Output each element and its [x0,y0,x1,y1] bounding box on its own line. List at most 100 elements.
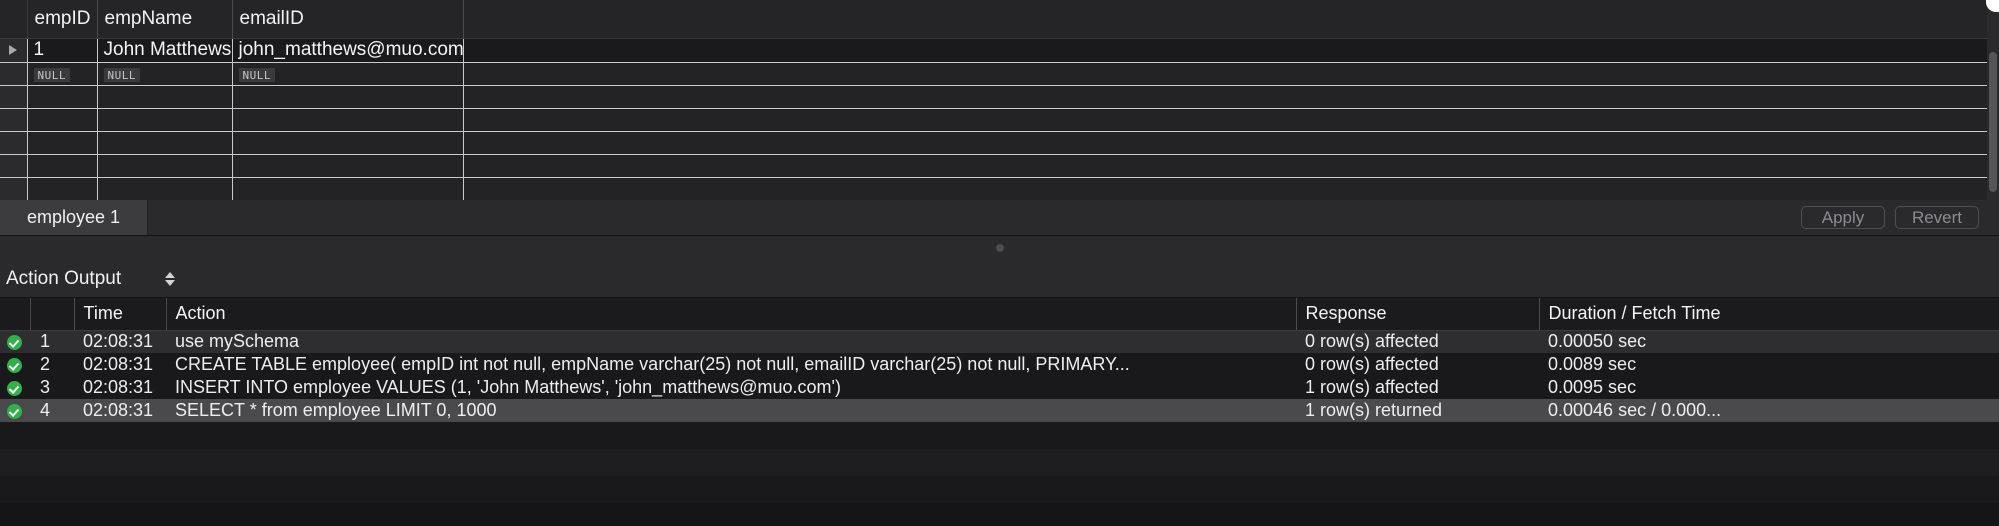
cell-empty[interactable] [27,131,98,155]
cell-empty[interactable] [97,131,233,155]
action-output-row-selected[interactable]: 4 02:08:31 SELECT * from employee LIMIT … [0,399,1999,422]
action-output-empty-row [0,476,1999,503]
action-response: 1 row(s) returned [1296,399,1539,422]
action-duration: 0.0089 sec [1539,353,1999,376]
action-output-header-response[interactable]: Response [1295,298,1539,331]
tab-employee-1[interactable]: employee 1 [0,200,148,235]
row-handle-cell[interactable] [0,108,28,132]
cell-filler [463,38,1987,63]
table-row-empty[interactable] [0,131,1987,155]
cell-emailid[interactable]: john_matthews@muo.com [232,38,464,63]
panel-splitter[interactable] [0,236,1999,260]
cell-empty[interactable] [232,85,464,109]
cell-empname-null[interactable]: NULL [97,62,233,86]
edit-action-buttons: Apply Revert [1801,200,1999,235]
row-handle-cell[interactable] [0,154,28,178]
action-time: 02:08:31 [74,399,166,422]
null-badge: NULL [238,67,275,82]
action-output-panel: Time Action Response Duration / Fetch Ti… [0,298,1999,526]
action-output-header-duration[interactable]: Duration / Fetch Time [1538,298,1999,331]
output-panel-header: Action Output [0,260,1999,298]
table-row[interactable]: 1 John Matthews john_matthews@muo.com [0,38,1987,63]
tab-label: employee 1 [26,207,121,227]
result-grid-body: 1 John Matthews john_matthews@muo.com NU… [0,38,1987,200]
row-handle-cell[interactable] [0,131,28,155]
cell-empty[interactable] [27,154,98,178]
action-index: 3 [30,376,74,399]
action-duration: 0.00050 sec [1539,330,1999,353]
action-response: 0 row(s) affected [1296,353,1539,376]
chevron-down-icon [165,279,176,286]
output-type-label: Action Output [6,267,122,289]
table-row-empty[interactable] [0,108,1987,132]
action-output-header-action[interactable]: Action [165,298,1296,331]
action-output-header-time[interactable]: Time [73,298,166,331]
action-output-table: Time Action Response Duration / Fetch Ti… [0,298,1999,422]
cell-empty[interactable] [232,108,464,132]
action-output-row[interactable]: 1 02:08:31 use mySchema 0 row(s) affecte… [0,330,1999,353]
cell-filler [463,85,1987,109]
cell-empty[interactable] [232,131,464,155]
cell-filler [463,108,1987,132]
cell-empty[interactable] [232,154,464,178]
result-editor-bar: employee 1 Apply Revert [0,200,1999,236]
success-check-icon [7,335,22,350]
table-row-empty[interactable] [0,154,1987,178]
chevron-up-icon [165,271,176,278]
action-index: 4 [30,399,74,422]
action-output-body: 1 02:08:31 use mySchema 0 row(s) affecte… [0,330,1999,422]
cell-empty[interactable] [27,85,98,109]
null-badge: NULL [33,67,70,82]
action-output-row[interactable]: 3 02:08:31 INSERT INTO employee VALUES (… [0,376,1999,399]
result-grid-header-handle[interactable] [0,0,28,39]
cell-emailid-null[interactable]: NULL [232,62,464,86]
cell-empty[interactable] [27,108,98,132]
success-check-icon [7,357,22,373]
result-grid-header-empname[interactable]: empName [97,0,233,39]
action-time: 02:08:31 [74,353,166,376]
success-check-icon [7,380,22,396]
status-badge [0,330,30,353]
cell-empty[interactable] [27,177,98,200]
action-statement: INSERT INTO employee VALUES (1, 'John Ma… [166,376,1296,399]
action-output-row[interactable]: 2 02:08:31 CREATE TABLE employee( empID … [0,353,1999,376]
cell-filler [463,131,1987,155]
row-handle-cell[interactable] [0,177,28,200]
row-handle-cell[interactable] [0,38,28,63]
table-row-empty[interactable] [0,177,1987,200]
action-time: 02:08:31 [74,330,166,353]
null-badge: NULL [103,67,140,82]
cell-empty[interactable] [97,108,233,132]
cell-empty[interactable] [232,177,464,200]
row-handle-cell[interactable] [0,85,28,109]
mysql-workbench-results-panel: empID empName emailID 1 John Matthews jo… [0,0,1999,526]
cell-empname[interactable]: John Matthews [97,38,233,63]
splitter-handle-icon[interactable] [995,244,1004,252]
apply-button[interactable]: Apply [1801,206,1885,229]
row-handle-cell[interactable] [0,62,28,86]
cell-empid-null[interactable]: NULL [27,62,98,86]
result-grid-table: empID empName emailID 1 John Matthews jo… [0,0,1987,200]
cell-empid[interactable]: 1 [27,38,98,63]
result-grid-header-emailid[interactable]: emailID [232,0,464,39]
cell-empty[interactable] [97,177,233,200]
action-time: 02:08:31 [74,376,166,399]
cell-empty[interactable] [97,154,233,178]
action-statement: use mySchema [166,330,1296,353]
table-row-empty[interactable] [0,85,1987,109]
action-duration: 0.00046 sec / 0.000... [1539,399,1999,422]
action-response: 0 row(s) affected [1296,330,1539,353]
output-type-stepper-icon[interactable] [165,271,176,286]
result-grid-header-filler [463,0,1987,39]
status-badge [0,399,30,422]
table-row-new[interactable]: NULL NULL NULL [0,62,1987,86]
result-grid-header-empid[interactable]: empID [27,0,98,39]
result-grid-scroll-area: empID empName emailID 1 John Matthews jo… [0,0,1987,200]
cell-empty[interactable] [97,85,233,109]
revert-button[interactable]: Revert [1895,206,1979,229]
action-output-header-row: Time Action Response Duration / Fetch Ti… [0,298,1999,331]
action-statement: SELECT * from employee LIMIT 0, 1000 [166,399,1296,422]
cell-filler [463,62,1987,86]
result-grid-vertical-scrollbar[interactable] [1987,0,1999,200]
scrollbar-thumb[interactable] [1989,52,1997,192]
